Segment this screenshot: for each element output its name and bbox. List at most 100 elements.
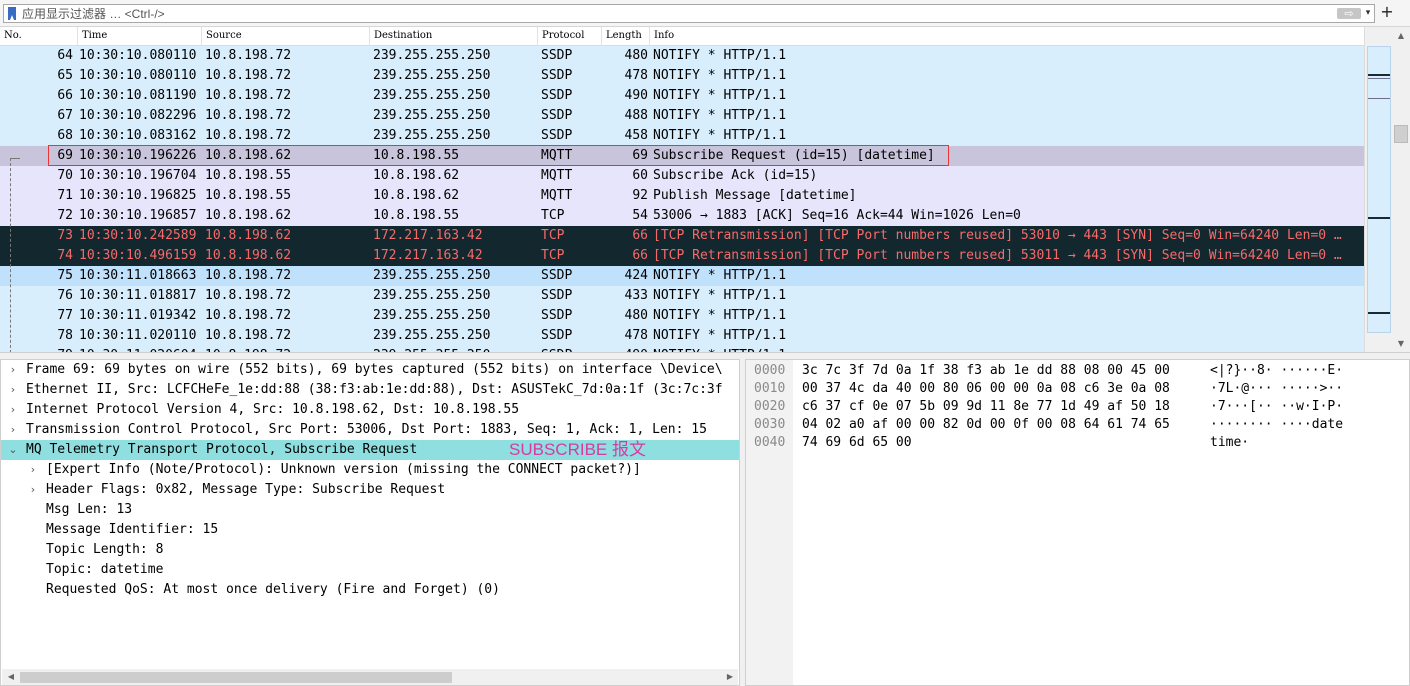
packet-row[interactable]: 66 10:30:10.081190 10.8.198.72 239.255.255.… [0, 86, 1364, 106]
packet-cell-info: NOTIFY * HTTP/1.1 [653, 308, 787, 323]
packet-cell-info: NOTIFY * HTTP/1.1 [653, 128, 787, 143]
packet-cell-len: 480 [624, 308, 648, 323]
column-header-time[interactable]: Time [77, 27, 201, 45]
packet-cell-len: 478 [624, 328, 648, 343]
scroll-thumb[interactable] [1394, 125, 1408, 143]
packet-cell-len: 66 [632, 248, 648, 263]
packet-minimap[interactable] [1367, 46, 1391, 333]
detail-tree-item[interactable]: Msg Len: 13 [1, 500, 739, 520]
collapsed-chevron-icon[interactable]: › [7, 360, 19, 380]
detail-tree-item[interactable]: Topic: datetime [1, 560, 739, 580]
detail-tree-item[interactable]: ⌄ MQ Telemetry Transport Protocol, Subscr… [1, 440, 739, 460]
packet-list-pane: No. Time Source Destination Protocol Len… [0, 27, 1410, 353]
packet-cell-time: 10:30:10.242589 [79, 228, 197, 243]
detail-tree-item[interactable]: › Ethernet II, Src: LCFCHeFe_1e:dd:88 (38… [1, 380, 739, 400]
byte-row[interactable]: 0000 3c 7c 3f 7d 0a 1f 38 f3 ab 1e dd 88 … [746, 362, 1406, 380]
packet-cell-time: 10:30:11.020110 [79, 328, 197, 343]
column-header-info[interactable]: Info [649, 27, 1364, 45]
column-header-protocol[interactable]: Protocol [537, 27, 601, 45]
packet-row[interactable]: 70 10:30:10.196704 10.8.198.55 10.8.198.62 M… [0, 166, 1364, 186]
details-horizontal-scrollbar[interactable]: ◀ ▶ [2, 669, 738, 685]
packet-row[interactable]: 74 10:30:10.496159 10.8.198.62 172.217.163.… [0, 246, 1364, 266]
detail-tree-item[interactable]: › [Expert Info (Note/Protocol): Unknown v… [1, 460, 739, 480]
scroll-up-arrow-icon[interactable]: ▲ [1392, 28, 1410, 44]
packet-cell-proto: MQTT [541, 168, 573, 183]
byte-hex: 3c 7c 3f 7d 0a 1f 38 f3 ab 1e dd 88 08 0… [802, 363, 1170, 378]
packet-cell-src: 10.8.198.72 [205, 346, 370, 352]
detail-tree-item[interactable]: Topic Length: 8 [1, 540, 739, 560]
packet-row[interactable]: 65 10:30:10.080110 10.8.198.72 239.255.255.… [0, 66, 1364, 86]
packet-cell-proto: SSDP [541, 48, 573, 63]
packet-row[interactable]: 75 10:30:11.018663 10.8.198.72 239.255.255.… [0, 266, 1364, 286]
packet-cell-dst: 239.255.255.250 [373, 268, 491, 283]
packet-cell-time: 10:30:10.080110 [79, 48, 197, 63]
scroll-down-arrow-icon[interactable]: ▼ [1392, 336, 1410, 352]
minimap-mark [1368, 74, 1390, 76]
packet-cell-info: [TCP Retransmission] [TCP Port numbers r… [653, 248, 1342, 263]
display-filter-input[interactable] [22, 5, 1322, 22]
packet-cell-time: 10:30:10.196226 [79, 148, 197, 163]
byte-row[interactable]: 0040 74 69 6d 65 00 time· [746, 434, 1406, 452]
packet-cell-src: 10.8.198.72 [205, 88, 292, 103]
packet-cell-info: Publish Message [datetime] [653, 188, 857, 203]
collapsed-chevron-icon[interactable]: › [7, 420, 19, 440]
detail-tree-item[interactable]: › Header Flags: 0x82, Message Type: Subsc… [1, 480, 739, 500]
scroll-thumb[interactable] [20, 672, 452, 683]
add-filter-button-icon[interactable]: + [1380, 3, 1394, 21]
packet-list-scrollbar[interactable]: ▲ ▼ [1364, 27, 1410, 352]
expanded-chevron-icon[interactable]: ⌄ [7, 440, 19, 460]
column-header-no[interactable]: No. [0, 27, 77, 45]
packet-cell-info: NOTIFY * HTTP/1.1 [653, 88, 787, 103]
packet-cell-proto: MQTT [541, 148, 573, 163]
bookmark-icon[interactable] [8, 7, 16, 20]
packet-row[interactable]: 73 10:30:10.242589 10.8.198.62 172.217.163.… [0, 226, 1364, 246]
collapsed-chevron-icon[interactable]: › [27, 480, 39, 500]
packet-row[interactable]: 67 10:30:10.082296 10.8.198.72 239.255.255.… [0, 106, 1364, 126]
packet-row[interactable]: 78 10:30:11.020110 10.8.198.72 239.255.255.… [0, 326, 1364, 346]
packet-cell-proto: SSDP [541, 288, 573, 303]
detail-tree-item[interactable]: › Transmission Control Protocol, Src Port… [1, 420, 739, 440]
packet-row[interactable]: 77 10:30:11.019342 10.8.198.72 239.255.255.… [0, 306, 1364, 326]
packet-cell-dst: 239.255.255.250 [373, 48, 491, 63]
packet-cell-dst: 239.255.255.250 [373, 88, 491, 103]
column-header-source[interactable]: Source [201, 27, 369, 45]
collapsed-chevron-icon[interactable]: › [7, 380, 19, 400]
byte-ascii: ·7···[·· ··w·I·P· [1210, 399, 1344, 414]
packet-cell-src: 10.8.198.62 [205, 248, 292, 263]
apply-filter-arrow-icon[interactable]: ⇨ [1337, 8, 1361, 19]
packet-cell-dst: 239.255.255.250 [373, 288, 491, 303]
detail-tree-label: Topic Length: 8 [46, 542, 164, 557]
byte-row[interactable]: 0010 00 37 4c da 40 00 80 06 00 00 0a 08 … [746, 380, 1406, 398]
collapsed-chevron-icon[interactable]: › [27, 460, 39, 480]
scroll-left-arrow-icon[interactable]: ◀ [4, 669, 18, 685]
packet-cell-len: 490 [624, 88, 648, 103]
detail-tree-label: Message Identifier: 15 [46, 522, 219, 537]
packet-row[interactable]: 72 10:30:10.196857 10.8.198.62 10.8.198.55 T… [0, 206, 1364, 226]
column-header-length[interactable]: Length [601, 27, 649, 45]
packet-row[interactable]: 64 10:30:10.080110 10.8.198.72 239.255.255.… [0, 46, 1364, 66]
filter-history-dropdown-icon[interactable]: ▾ [1363, 6, 1373, 21]
detail-tree-item[interactable]: Message Identifier: 15 [1, 520, 739, 540]
collapsed-chevron-icon[interactable]: › [7, 400, 19, 420]
byte-row[interactable]: 0020 c6 37 cf 0e 07 5b 09 9d 11 8e 77 1d … [746, 398, 1406, 416]
packet-cell-proto: TCP [541, 208, 565, 223]
packet-cell-len: 458 [624, 128, 648, 143]
scroll-track[interactable] [1392, 27, 1410, 352]
detail-tree-item[interactable]: Requested QoS: At most once delivery (Fi… [1, 580, 739, 600]
byte-row[interactable]: 0030 04 02 a0 af 00 00 82 0d 00 0f 00 08 … [746, 416, 1406, 434]
packet-row[interactable]: 7910:30:11.02060410.8.198.72239.255.255.… [0, 346, 1364, 352]
detail-tree-item[interactable]: › Internet Protocol Version 4, Src: 10.8.… [1, 400, 739, 420]
display-filter-box[interactable]: ⇨ ▾ [3, 4, 1375, 23]
packet-cell-len: 66 [632, 228, 648, 243]
byte-offset: 0040 [754, 435, 786, 450]
packet-row[interactable]: 69 10:30:10.196226 10.8.198.62 10.8.198.55 M… [0, 146, 1364, 166]
packet-cell-dst: 239.255.255.250 [373, 328, 491, 343]
packet-row[interactable]: 76 10:30:11.018817 10.8.198.72 239.255.255.… [0, 286, 1364, 306]
packet-row[interactable]: 68 10:30:10.083162 10.8.198.72 239.255.255.… [0, 126, 1364, 146]
column-header-destination[interactable]: Destination [369, 27, 537, 45]
packet-cell-src: 10.8.198.72 [205, 128, 292, 143]
detail-tree-label: Frame 69: 69 bytes on wire (552 bits), 6… [26, 362, 723, 377]
detail-tree-item[interactable]: › Frame 69: 69 bytes on wire (552 bits), … [1, 360, 739, 380]
packet-row[interactable]: 71 10:30:10.196825 10.8.198.55 10.8.198.62 M… [0, 186, 1364, 206]
scroll-right-arrow-icon[interactable]: ▶ [723, 669, 737, 685]
